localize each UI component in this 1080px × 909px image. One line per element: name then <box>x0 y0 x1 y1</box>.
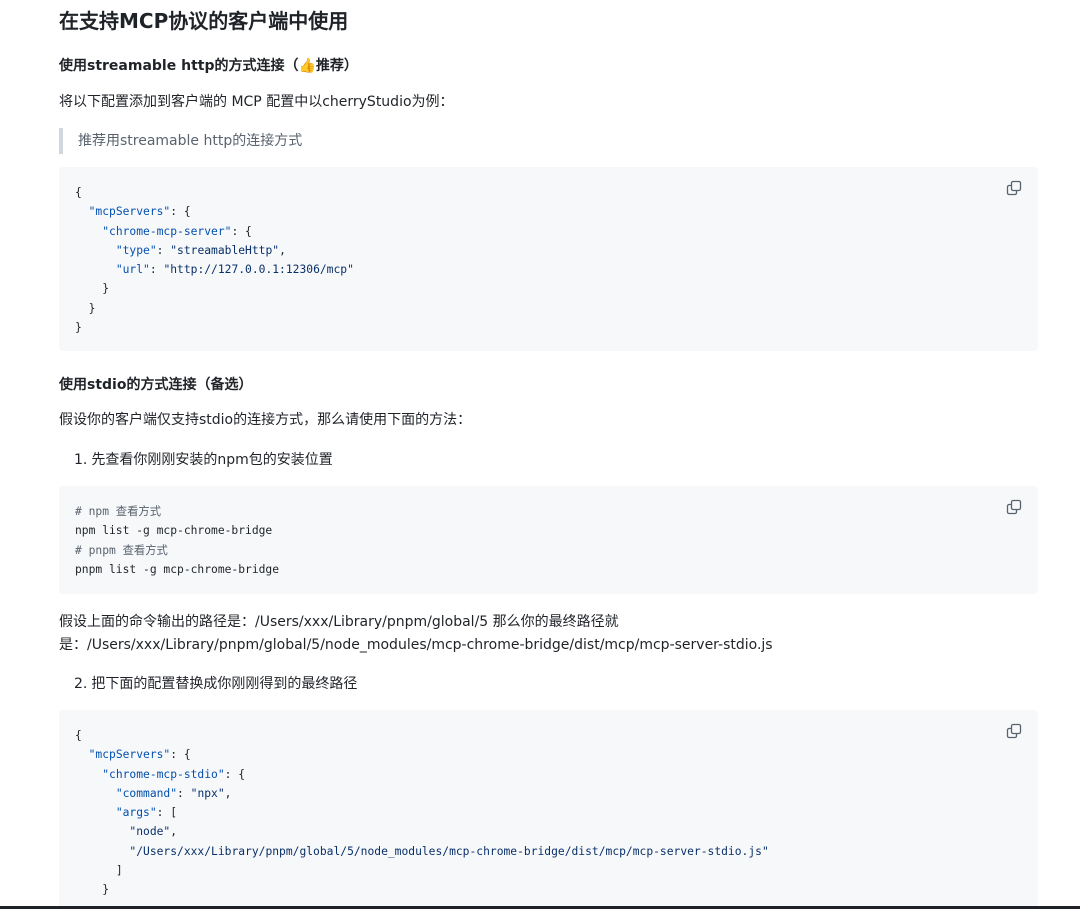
page-title: 在支持MCP协议的客户端中使用 <box>59 9 349 33</box>
copy-icon[interactable] <box>1006 180 1022 196</box>
path-text-line1: 假设上面的命令输出的路径是：/Users/xxx/Library/pnpm/gl… <box>59 614 619 630</box>
section-heading-streamable: 使用streamable http的方式连接（👍推荐） <box>59 58 358 74</box>
code-block-streamable: { "mcpServers": { "chrome-mcp-server": {… <box>59 167 1038 351</box>
copy-icon[interactable] <box>1006 723 1022 739</box>
code-block-stdio: { "mcpServers": { "chrome-mcp-stdio": { … <box>59 710 1038 909</box>
intro-text-1: 将以下配置添加到客户端的 MCP 配置中以cherryStudio为例： <box>59 94 454 110</box>
list-item-2: 2. 把下面的配置替换成你刚刚得到的最终路径 <box>74 676 358 692</box>
blockquote: 推荐用streamable http的连接方式 <box>59 128 302 154</box>
code-block-shell: # npm 查看方式 npm list -g mcp-chrome-bridge… <box>59 486 1038 594</box>
path-text-line2: 是：/Users/xxx/Library/pnpm/global/5/node_… <box>59 637 773 653</box>
code-text: { "mcpServers": { "chrome-mcp-server": {… <box>75 186 354 335</box>
intro-text-2: 假设你的客户端仅支持stdio的连接方式，那么请使用下面的方法： <box>59 412 472 428</box>
code-text: { "mcpServers": { "chrome-mcp-stdio": { … <box>75 729 769 897</box>
blockquote-text: 推荐用streamable http的连接方式 <box>78 133 303 149</box>
copy-icon[interactable] <box>1006 499 1022 515</box>
section-heading-stdio: 使用stdio的方式连接（备选） <box>59 377 253 393</box>
code-text: # npm 查看方式 npm list -g mcp-chrome-bridge… <box>75 505 280 576</box>
list-item-1: 1. 先查看你刚刚安装的npm包的安装位置 <box>74 452 333 468</box>
